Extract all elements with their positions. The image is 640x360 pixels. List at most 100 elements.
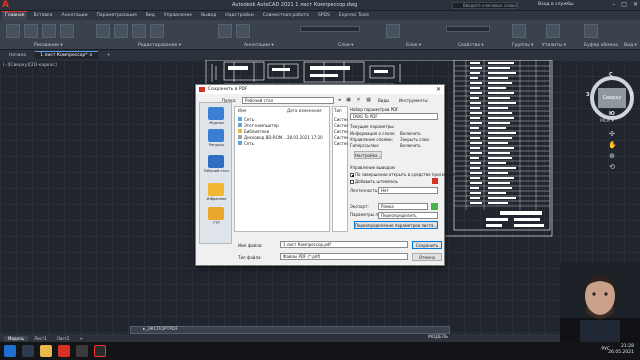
tab-output[interactable]: Вывод bbox=[198, 12, 219, 20]
viewcube-face-top[interactable]: Сверху bbox=[598, 88, 626, 108]
tab-collaborate[interactable]: Совместная работа bbox=[260, 12, 312, 20]
windows-start-icon[interactable] bbox=[4, 345, 16, 357]
tab-spds[interactable]: SPDS bbox=[315, 12, 333, 20]
place-resources-label[interactable]: Ресурсы bbox=[200, 143, 233, 147]
tab-manage[interactable]: Управление bbox=[161, 12, 195, 20]
viewport-controls[interactable]: [–][Сверху][2D-каркас] bbox=[3, 63, 57, 68]
copy-tool-icon[interactable] bbox=[150, 24, 164, 38]
filetype-dropdown[interactable]: Файлы PDF (*.pdf) bbox=[280, 253, 408, 260]
export-dropdown[interactable]: Рамка bbox=[378, 203, 428, 210]
cancel-button[interactable]: Отмена bbox=[412, 253, 442, 261]
open-after-checkbox[interactable]: По завершении открыть в средстве просмот… bbox=[350, 172, 455, 177]
folder-dropdown[interactable]: Рабочий стол bbox=[242, 97, 334, 104]
group-view-label[interactable]: Вид ▾ bbox=[624, 43, 637, 48]
text-tool-icon[interactable] bbox=[218, 24, 232, 38]
file-list[interactable]: Имя Дата изменения Сеть Этот компьютер Б… bbox=[234, 106, 330, 232]
add-layout-button[interactable]: + bbox=[75, 336, 86, 341]
viewcube-east[interactable]: В bbox=[630, 92, 634, 98]
ftp-place-icon[interactable] bbox=[208, 207, 224, 220]
pan-icon[interactable]: ✋ bbox=[608, 141, 617, 149]
list-item[interactable]: Сеть bbox=[238, 140, 254, 146]
resources-place-icon[interactable] bbox=[208, 129, 224, 142]
tab-insert[interactable]: Вставка bbox=[30, 12, 55, 20]
tab-annotate[interactable]: Аннотации bbox=[59, 12, 91, 20]
group-modify-label[interactable]: Редактирование ▾ bbox=[138, 43, 181, 48]
group-properties-label[interactable]: Свойства ▾ bbox=[458, 43, 484, 48]
multipage-dropdown[interactable]: Нет bbox=[378, 187, 438, 194]
minimize-button[interactable]: – bbox=[612, 1, 615, 8]
arc-tool-icon[interactable] bbox=[60, 24, 74, 38]
dimension-tool-icon[interactable] bbox=[236, 24, 250, 38]
tab-addins[interactable]: Надстройки bbox=[222, 12, 257, 20]
new-tab-button[interactable]: + bbox=[102, 52, 116, 59]
wcs-dropdown[interactable]: МСК ▾ bbox=[600, 119, 614, 124]
model-space-toggle[interactable]: МОДЕЛЬ bbox=[428, 335, 448, 340]
viewcube-west[interactable]: З bbox=[586, 92, 590, 98]
insert-block-icon[interactable] bbox=[386, 24, 400, 38]
tab-parametric[interactable]: Параметризация bbox=[94, 12, 140, 20]
measure-icon[interactable] bbox=[546, 24, 560, 38]
page-setup-override-button[interactable]: Переопределение параметров листа... bbox=[354, 221, 438, 229]
pdf-viewer-taskbar-icon[interactable] bbox=[76, 345, 88, 357]
desktop-place-icon[interactable] bbox=[208, 155, 224, 168]
line-tool-icon[interactable] bbox=[6, 24, 20, 38]
search-input[interactable]: Введите ключевое слово/фразу bbox=[452, 2, 518, 9]
close-button[interactable]: ✕ bbox=[633, 1, 638, 8]
recorder-taskbar-icon[interactable] bbox=[94, 345, 106, 357]
options-button[interactable]: Настройка... bbox=[354, 151, 382, 159]
views-menu[interactable]: Виды bbox=[378, 98, 389, 103]
tools-menu[interactable]: Инструменты bbox=[399, 98, 428, 103]
stamp-settings-icon[interactable] bbox=[432, 178, 438, 184]
file-explorer-icon[interactable] bbox=[40, 345, 52, 357]
place-favorites-label[interactable]: Избранное bbox=[200, 197, 233, 201]
tab-model[interactable]: Модель bbox=[4, 335, 29, 341]
save-button[interactable]: Сохранить bbox=[412, 241, 442, 249]
maximize-button[interactable]: □ bbox=[621, 1, 627, 8]
filename-input[interactable]: 1 лист Компрессор.pdf bbox=[280, 241, 408, 248]
dialog-close-button[interactable]: ✕ bbox=[436, 85, 441, 94]
autocad-logo-icon[interactable]: A bbox=[2, 1, 12, 10]
trim-tool-icon[interactable] bbox=[132, 24, 146, 38]
tab-sheet2[interactable]: Лист2 bbox=[53, 336, 74, 341]
checkbox-unchecked[interactable] bbox=[350, 180, 354, 184]
page-setup-dropdown[interactable]: Переопределить bbox=[378, 212, 438, 219]
search-icon[interactable] bbox=[22, 345, 34, 357]
rotate-tool-icon[interactable] bbox=[114, 24, 128, 38]
place-ftp-label[interactable]: FTP bbox=[200, 221, 233, 225]
group-annotation-label[interactable]: Аннотации ▾ bbox=[244, 43, 274, 48]
taskbar-clock[interactable]: 21:28 26.05.2021 bbox=[608, 344, 634, 356]
tab-home[interactable]: Главная bbox=[2, 11, 28, 20]
tab-view[interactable]: Вид bbox=[143, 12, 158, 20]
history-place-icon[interactable] bbox=[208, 107, 224, 120]
orbit-icon[interactable]: ⟲ bbox=[608, 163, 616, 171]
place-history-label[interactable]: Журнал bbox=[200, 121, 233, 125]
include-stamp-checkbox[interactable]: Добавить штемпель bbox=[350, 179, 398, 184]
col-header-name[interactable]: Имя bbox=[238, 108, 246, 113]
doc-tab-start[interactable]: Начало bbox=[4, 52, 31, 59]
login-button[interactable]: Вход в службы bbox=[538, 2, 574, 7]
col-header-date[interactable]: Дата изменения bbox=[287, 108, 322, 113]
folder-nav-icons[interactable]: ◂ ▣ ✕ ▦ bbox=[338, 97, 373, 103]
group-icon[interactable] bbox=[512, 24, 526, 38]
move-tool-icon[interactable] bbox=[96, 24, 110, 38]
autocad-taskbar-icon[interactable] bbox=[58, 345, 70, 357]
layer-dropdown[interactable] bbox=[300, 26, 360, 32]
pdf-preset-dropdown[interactable]: DWG To PDF bbox=[350, 113, 438, 120]
properties-dropdown[interactable] bbox=[446, 26, 490, 32]
col-header-type[interactable]: Тип bbox=[334, 108, 348, 113]
doc-tab-drawing[interactable]: 1 лист Компрессор* × bbox=[35, 51, 98, 59]
circle-tool-icon[interactable] bbox=[42, 24, 56, 38]
paste-icon[interactable] bbox=[584, 24, 598, 38]
viewcube-south[interactable]: Ю bbox=[609, 111, 615, 117]
zoom-icon[interactable]: ⊕ bbox=[608, 152, 616, 160]
steering-wheel-icon[interactable]: ✣ bbox=[608, 130, 616, 138]
group-draw-label[interactable]: Рисование ▾ bbox=[34, 43, 63, 48]
select-window-icon[interactable] bbox=[431, 203, 438, 210]
tab-express-tools[interactable]: Express Tools bbox=[336, 12, 372, 20]
favorites-place-icon[interactable] bbox=[208, 183, 224, 196]
polyline-tool-icon[interactable] bbox=[24, 24, 38, 38]
group-groups-label[interactable]: Группы ▾ bbox=[512, 43, 533, 48]
group-clipboard-label[interactable]: Буфер обмена bbox=[584, 43, 618, 48]
tab-sheet1[interactable]: Лист1 bbox=[30, 336, 51, 341]
group-layers-label[interactable]: Слои ▾ bbox=[338, 43, 353, 48]
